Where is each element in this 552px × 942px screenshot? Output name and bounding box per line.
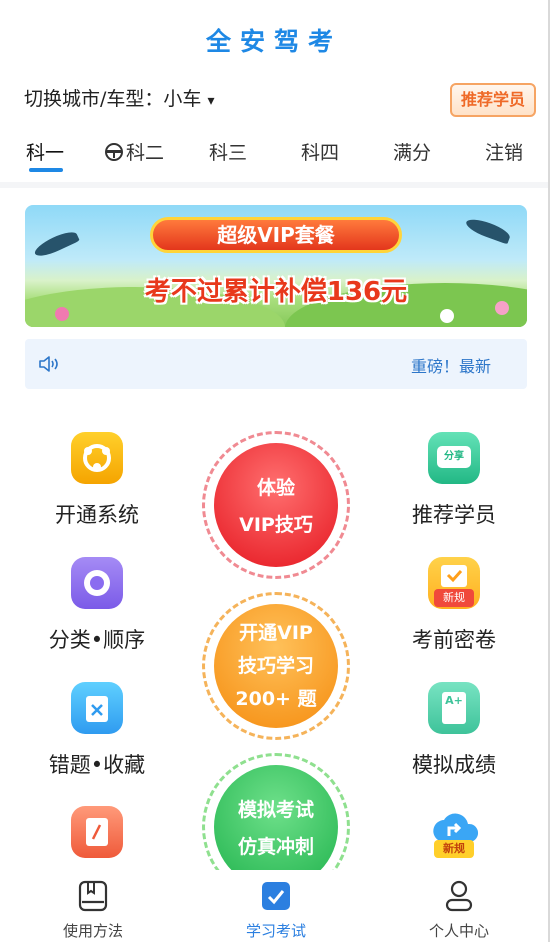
flower-icon — [55, 307, 69, 321]
tabbar-label: 个人中心 — [428, 922, 489, 940]
new-rule-badge: 新规 — [434, 840, 474, 858]
tabbar-usage[interactable]: 使用方法 — [23, 880, 163, 941]
item-label: 推荐学员 — [412, 503, 496, 527]
wrong-favorites-item[interactable]: 错题•收藏 — [22, 682, 172, 779]
item-label: 分类•顺序 — [48, 628, 146, 652]
open-system-item[interactable]: 开通系统 — [22, 432, 172, 529]
error-book-icon — [71, 682, 123, 734]
circle-line: 开通VIP — [239, 622, 313, 644]
tabbar-label: 学习考试 — [245, 922, 306, 940]
orange-circle: 开通VIP 技巧学习 200+ 题 — [214, 604, 338, 728]
new-rule-badge: 新规 — [434, 589, 474, 607]
chevron-down-icon: ▾ — [207, 93, 215, 109]
banner-pill: 超级VIP套餐 — [150, 217, 402, 253]
radio-circle-icon — [71, 557, 123, 609]
share-badge-icon: 分享 — [428, 432, 480, 484]
circle-line: 仿真冲刺 — [237, 836, 314, 858]
recommend-student-item[interactable]: 分享 推荐学员 — [379, 432, 529, 529]
app-title: 全安驾考 — [205, 27, 342, 56]
tab-ke-san[interactable]: 科三 — [209, 138, 247, 165]
share-network-icon — [71, 432, 123, 484]
swallow-icon — [463, 215, 513, 245]
book-icon — [78, 880, 108, 912]
circle-line: 200+ 题 — [235, 688, 317, 710]
tabbar-label: 使用方法 — [62, 922, 123, 940]
subject-tabs: 科一 科二 科三 科四 满分 注销 — [0, 138, 548, 178]
cloud-share-icon: 新规 — [428, 806, 480, 858]
flower-icon — [440, 309, 454, 323]
recommend-student-button[interactable]: 推荐学员 — [450, 83, 536, 117]
tab-ke-er[interactable]: 科二 — [105, 138, 164, 165]
tab-man-fen[interactable]: 满分 — [393, 138, 431, 165]
circle-line: 模拟考试 — [237, 799, 314, 821]
swallow-icon — [32, 227, 80, 261]
tab-zhu-xiao[interactable]: 注销 — [485, 138, 523, 165]
open-vip-study-button[interactable]: 开通VIP 技巧学习 200+ 题 — [202, 592, 350, 740]
notebook-icon — [71, 806, 123, 858]
steering-wheel-icon — [105, 143, 123, 161]
speaker-icon — [39, 356, 58, 372]
tab-ke-yi[interactable]: 科一 — [26, 138, 64, 165]
bottom-tab-bar: 使用方法 学习考试 个人中心 — [0, 870, 548, 942]
item-label: 开通系统 — [55, 503, 139, 527]
notice-text: 重磅！最新 — [411, 357, 492, 376]
active-tab-indicator — [29, 168, 63, 172]
calendar-icon: 新规 — [428, 557, 480, 609]
app-frame: 全安驾考 切换城市/车型：小车 ▾ 推荐学员 科一 科二 科三 科四 满分 注销… — [0, 0, 550, 942]
share-badge: 分享 — [437, 446, 471, 468]
vip-banner[interactable]: 超级VIP套餐 考不过累计补偿136元 — [25, 205, 527, 327]
city-prefix: 切换城市/车型： — [24, 88, 164, 110]
cloud-share-item[interactable]: 新规 — [379, 806, 529, 858]
circle-line: 技巧学习 — [237, 655, 314, 677]
notice-bar[interactable]: 重磅！最新 — [25, 339, 527, 389]
user-icon — [445, 880, 473, 912]
item-label: 错题•收藏 — [48, 753, 146, 777]
city-selector[interactable]: 切换城市/车型：小车 ▾ — [24, 84, 215, 111]
circle-line: VIP技巧 — [239, 514, 313, 536]
check-task-icon — [262, 882, 290, 910]
red-circle: 体验 VIP技巧 — [214, 443, 338, 567]
vip-tips-trial-button[interactable]: 体验 VIP技巧 — [202, 431, 350, 579]
banner-headline: 考不过累计补偿136元 — [144, 277, 408, 307]
circle-line: 体验 — [256, 477, 295, 499]
divider — [0, 182, 548, 188]
tab-ke-si[interactable]: 科四 — [301, 138, 339, 165]
grade-badge: A+ — [442, 692, 466, 724]
notebook-item[interactable] — [22, 806, 172, 858]
item-label: 考前密卷 — [412, 628, 496, 652]
pre-exam-paper-item[interactable]: 新规 考前密卷 — [379, 557, 529, 654]
mock-score-item[interactable]: A+ 模拟成绩 — [379, 682, 529, 779]
item-label: 模拟成绩 — [412, 753, 496, 777]
grade-sheet-icon: A+ — [428, 682, 480, 734]
tabbar-profile[interactable]: 个人中心 — [389, 880, 529, 941]
city-value: 小车 — [163, 88, 202, 110]
tabbar-study[interactable]: 学习考试 — [206, 880, 346, 941]
category-order-item[interactable]: 分类•顺序 — [22, 557, 172, 654]
